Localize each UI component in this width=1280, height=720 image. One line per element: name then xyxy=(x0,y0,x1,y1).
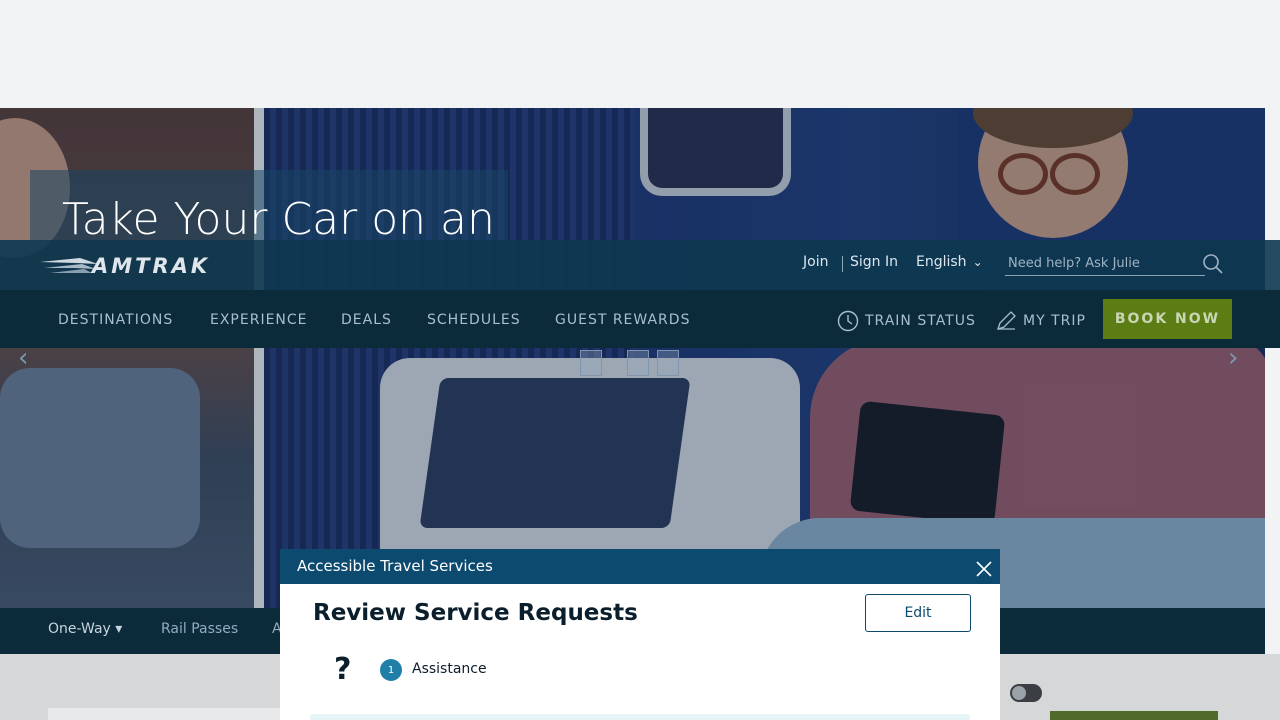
carousel-prev-icon[interactable]: ‹ xyxy=(18,343,28,373)
trip-type-select[interactable]: One-Way ▾ xyxy=(48,621,122,637)
sign-in-link[interactable]: Sign In xyxy=(850,254,898,270)
trip-type-label: One-Way xyxy=(48,621,111,637)
toggle-knob xyxy=(1012,686,1026,700)
train-status-link[interactable]: TRAIN STATUS xyxy=(837,310,976,332)
action-button-edge xyxy=(1050,711,1218,720)
language-select[interactable]: English ⌄ xyxy=(916,254,983,270)
carousel-indicator-2[interactable] xyxy=(627,350,649,376)
language-label: English xyxy=(916,254,967,270)
review-heading: Review Service Requests xyxy=(313,600,638,626)
join-link[interactable]: Join xyxy=(803,254,828,270)
logo-swoosh-icon xyxy=(40,258,98,273)
rail-passes-tab[interactable]: Rail Passes xyxy=(161,621,238,637)
menu-icon[interactable] xyxy=(0,292,21,346)
assistance-label: Assistance xyxy=(412,661,487,677)
close-icon[interactable] xyxy=(970,555,998,583)
amtrak-logo[interactable]: AMTRAK xyxy=(40,252,266,280)
divider xyxy=(842,256,843,272)
info-panel-edge xyxy=(310,714,970,720)
my-trip-label: MY TRIP xyxy=(1023,313,1086,329)
train-status-label: TRAIN STATUS xyxy=(865,313,976,329)
help-question-icon[interactable]: ? xyxy=(334,654,351,686)
logo-wordmark: AMTRAK xyxy=(92,254,211,278)
edit-button[interactable]: Edit xyxy=(865,594,971,632)
nav-destinations[interactable]: DESTINATIONS xyxy=(58,312,173,328)
step-number-badge: 1 xyxy=(380,659,402,681)
nav-schedules[interactable]: SCHEDULES xyxy=(427,312,521,328)
carousel-indicator-3[interactable] xyxy=(657,350,679,376)
book-now-button[interactable]: BOOK NOW xyxy=(1103,299,1232,339)
pencil-icon xyxy=(996,311,1016,331)
toggle-switch[interactable] xyxy=(1010,684,1042,702)
content-card-edge xyxy=(48,708,288,720)
caret-down-icon: ▾ xyxy=(115,621,123,637)
carousel-indicator-1[interactable] xyxy=(580,350,602,376)
my-trip-link[interactable]: MY TRIP xyxy=(995,310,1086,332)
carousel-next-icon[interactable]: › xyxy=(1228,343,1238,373)
chevron-down-icon: ⌄ xyxy=(972,255,983,269)
hero-title: Take Your Car on an xyxy=(62,194,495,245)
search-icon[interactable] xyxy=(1202,253,1224,275)
nav-experience[interactable]: EXPERIENCE xyxy=(210,312,308,328)
nav-deals[interactable]: DEALS xyxy=(341,312,392,328)
ask-julie-search-input[interactable] xyxy=(1005,252,1205,276)
booking-panel-toggle[interactable] xyxy=(0,609,20,653)
modal-title: Accessible Travel Services xyxy=(297,557,493,575)
nav-guest-rewards[interactable]: GUEST REWARDS xyxy=(555,312,690,328)
clock-icon xyxy=(837,310,859,332)
